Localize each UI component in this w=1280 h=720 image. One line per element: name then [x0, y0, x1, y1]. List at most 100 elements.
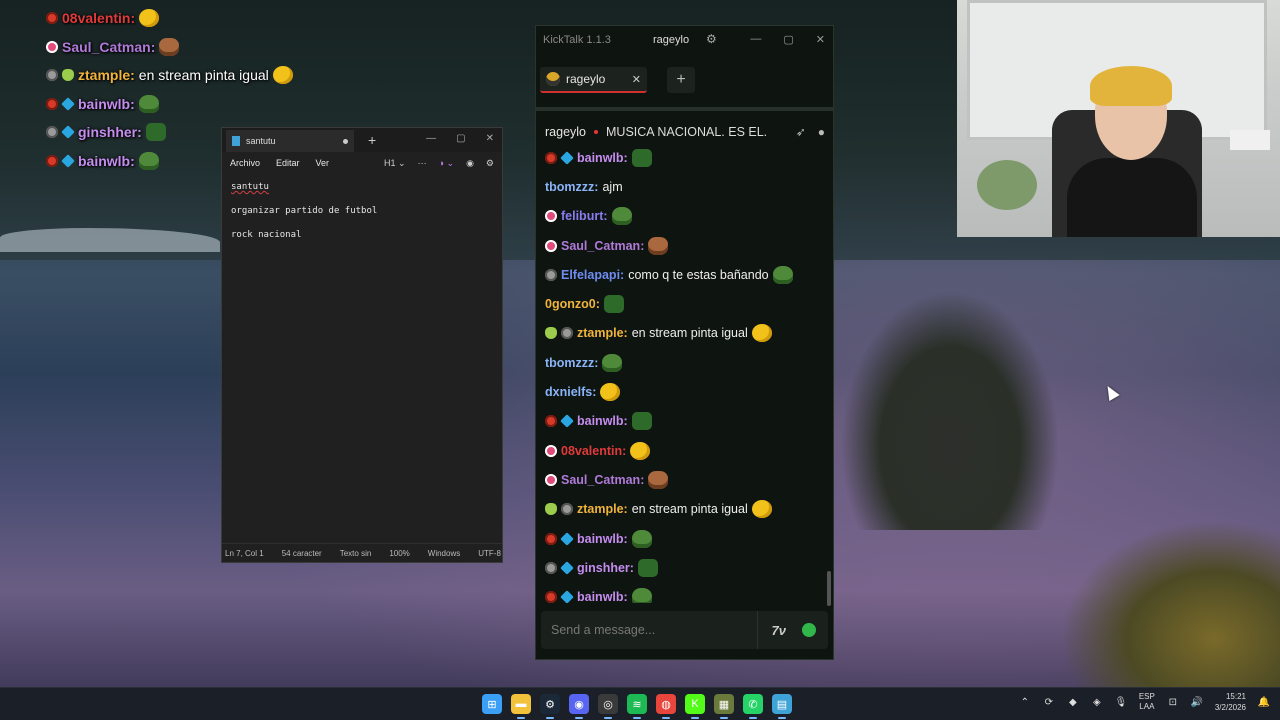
- cube-badge-icon[interactable]: [560, 561, 574, 575]
- channel-name[interactable]: rageylo: [545, 125, 586, 139]
- cube-badge-icon[interactable]: [560, 590, 574, 603]
- heading-select[interactable]: H1 ⌄: [384, 158, 406, 169]
- status-encoding[interactable]: UTF-8: [478, 549, 501, 558]
- chat-username[interactable]: feliburt:: [561, 209, 608, 223]
- pink-badge-icon[interactable]: [545, 210, 557, 223]
- emote-icon[interactable]: [772, 265, 793, 284]
- network-app-icon[interactable]: ◈: [1091, 696, 1103, 708]
- close-button[interactable]: ✕: [486, 133, 494, 144]
- kick-icon[interactable]: K: [685, 694, 705, 719]
- chat-username[interactable]: ztample:: [577, 326, 628, 340]
- microphone-icon[interactable]: 🎙: [1115, 696, 1128, 708]
- tab-rageylo[interactable]: rageylo ✕: [540, 67, 647, 93]
- grey-badge-icon[interactable]: [545, 268, 557, 281]
- emote-icon[interactable]: [631, 529, 652, 548]
- cube-badge-icon[interactable]: [61, 153, 75, 168]
- emote-picker-icon[interactable]: [802, 623, 816, 637]
- add-channel-button[interactable]: +: [667, 67, 695, 93]
- notification-icon[interactable]: 🔔: [1258, 696, 1270, 708]
- settings-gear-icon[interactable]: ⚙: [486, 158, 494, 169]
- user-icon[interactable]: ●: [818, 125, 825, 139]
- pink-badge-icon[interactable]: [46, 40, 58, 53]
- chat-username[interactable]: bainwlb:: [577, 532, 628, 546]
- red-badge-icon[interactable]: [545, 151, 557, 164]
- menu-editar[interactable]: Editar: [276, 158, 300, 168]
- maximize-button[interactable]: ▢: [783, 33, 793, 46]
- chrome-icon[interactable]: ◍: [656, 694, 676, 719]
- emote-icon[interactable]: [751, 324, 772, 343]
- emote-icon[interactable]: [631, 148, 652, 167]
- more-icon[interactable]: ···: [418, 158, 427, 168]
- red-badge-icon[interactable]: [46, 97, 58, 110]
- spotify-icon[interactable]: ≋: [627, 694, 647, 719]
- copilot-icon[interactable]: ◑ ⌄: [439, 158, 454, 169]
- volume-icon[interactable]: 🔊: [1191, 696, 1203, 708]
- chat-username[interactable]: bainwlb:: [577, 151, 628, 165]
- kicktalk-window[interactable]: KickTalk 1.1.3 rageylo ⚙ — ▢ ✕ rageylo ✕…: [535, 25, 834, 660]
- close-button[interactable]: ✕: [816, 33, 825, 46]
- obs-icon[interactable]: ◎: [598, 694, 618, 719]
- emote-icon[interactable]: [648, 470, 669, 489]
- emote-icon[interactable]: [637, 558, 658, 577]
- chat-messages[interactable]: bainwlb: tbomzzz: ajm feliburt: Saul_Catman:…: [536, 143, 833, 603]
- emote-icon[interactable]: [272, 66, 293, 85]
- emote-icon[interactable]: [600, 383, 621, 402]
- emote-icon[interactable]: [611, 207, 632, 226]
- notepad-window[interactable]: santutu + — ▢ ✕ Archivo Editar Ver H1 ⌄ …: [221, 127, 503, 563]
- emote-icon[interactable]: [631, 588, 652, 603]
- pink-badge-icon[interactable]: [545, 444, 557, 457]
- chat-username[interactable]: bainwlb:: [577, 414, 628, 428]
- status-format[interactable]: Texto sin: [340, 549, 372, 558]
- chat-username[interactable]: ztample:: [577, 502, 628, 516]
- chat-username[interactable]: ztample:: [78, 67, 135, 83]
- chat-username[interactable]: dxnielfs:: [545, 385, 596, 399]
- game-icon[interactable]: ▦: [714, 694, 734, 719]
- emote-icon[interactable]: [602, 353, 623, 372]
- security-icon[interactable]: ◆: [1067, 696, 1079, 708]
- pink-badge-icon[interactable]: [545, 473, 557, 486]
- grey-badge-icon[interactable]: [46, 126, 58, 139]
- chat-username[interactable]: bainwlb:: [577, 590, 628, 603]
- chat-username[interactable]: bainwlb:: [78, 96, 135, 112]
- emote-icon[interactable]: [145, 123, 166, 142]
- close-tab-icon[interactable]: ✕: [632, 73, 641, 86]
- grey-badge-icon[interactable]: [561, 327, 573, 340]
- emote-icon[interactable]: [648, 236, 669, 255]
- alien-badge-icon[interactable]: [62, 69, 74, 82]
- alien-badge-icon[interactable]: [545, 327, 557, 340]
- chat-username[interactable]: tbomzzz:: [545, 180, 598, 194]
- grey-badge-icon[interactable]: [545, 561, 557, 574]
- account-icon[interactable]: ◉: [466, 158, 474, 169]
- emote-icon[interactable]: [603, 295, 624, 314]
- language-indicator[interactable]: ESP LAA: [1139, 692, 1155, 712]
- menu-ver[interactable]: Ver: [316, 158, 330, 168]
- sync-icon[interactable]: ⟳: [1043, 696, 1055, 708]
- cube-badge-icon[interactable]: [560, 150, 574, 165]
- status-line-ending[interactable]: Windows: [428, 549, 460, 558]
- alien-badge-icon[interactable]: [545, 503, 557, 516]
- chat-username[interactable]: Elfelapapi:: [561, 268, 624, 282]
- emote-icon[interactable]: [630, 441, 651, 460]
- cube-badge-icon[interactable]: [61, 125, 75, 140]
- settings-gear-icon[interactable]: ⚙: [706, 32, 717, 46]
- menu-archivo[interactable]: Archivo: [230, 158, 260, 168]
- emote-icon[interactable]: [751, 500, 772, 519]
- new-tab-button[interactable]: +: [368, 132, 376, 148]
- logged-user[interactable]: rageylo: [653, 34, 689, 46]
- emote-icon[interactable]: [138, 151, 159, 170]
- chevron-up-icon[interactable]: ⌃: [1019, 696, 1031, 708]
- maximize-button[interactable]: ▢: [456, 133, 465, 144]
- notepad-editor[interactable]: santutu organizar partido de futbol rock…: [222, 174, 502, 262]
- chat-scrollbar[interactable]: [827, 571, 831, 606]
- red-badge-icon[interactable]: [46, 12, 58, 25]
- chat-username[interactable]: ginshher:: [78, 124, 142, 140]
- grey-badge-icon[interactable]: [46, 69, 58, 82]
- minimize-button[interactable]: —: [426, 133, 436, 144]
- translate-icon[interactable]: 7ν: [772, 623, 786, 638]
- notepad-icon[interactable]: ▤: [772, 694, 792, 719]
- notepad-titlebar[interactable]: santutu + — ▢ ✕: [222, 128, 502, 152]
- discord-icon[interactable]: ◉: [569, 694, 589, 719]
- emote-icon[interactable]: [138, 94, 159, 113]
- wifi-icon[interactable]: ⊡: [1167, 696, 1179, 708]
- start-icon[interactable]: ⊞: [482, 694, 502, 714]
